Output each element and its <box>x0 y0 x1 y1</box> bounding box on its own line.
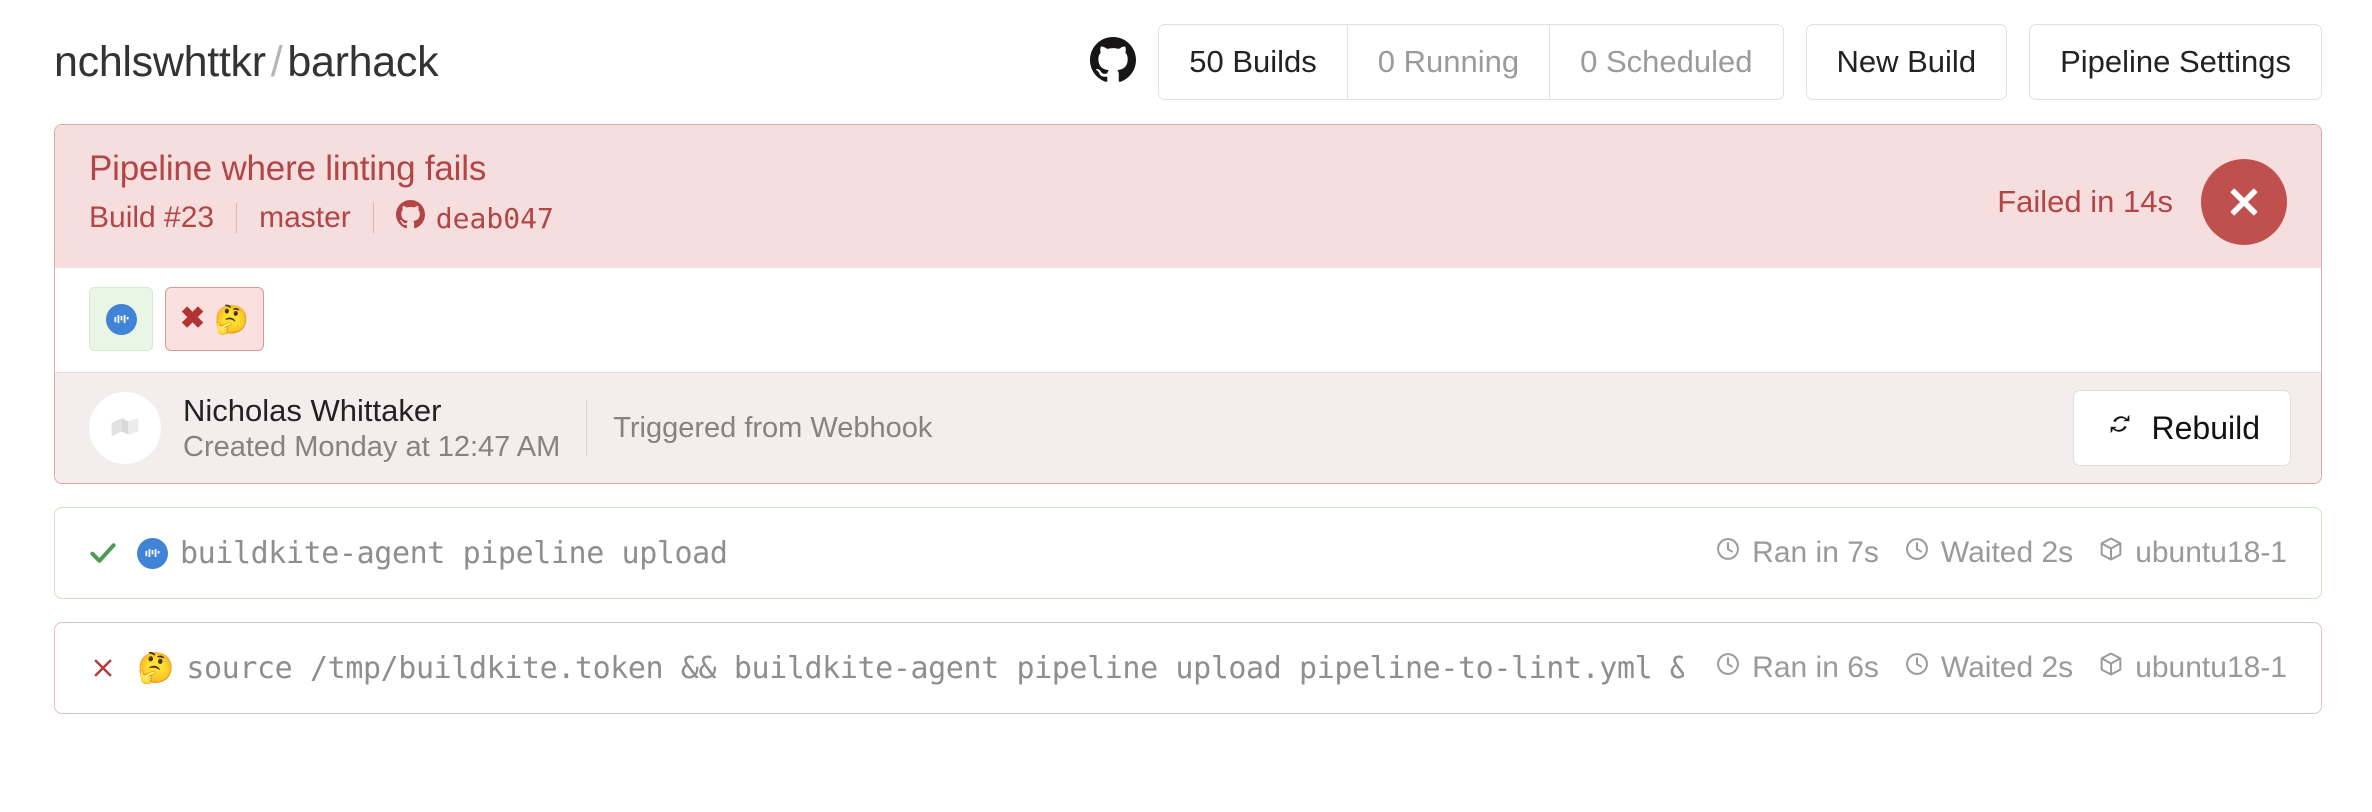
step-badge-passed[interactable] <box>89 287 153 351</box>
segment-running[interactable]: 0 Running <box>1347 25 1551 99</box>
job-waited-label: Waited 2s <box>1940 651 2074 684</box>
buildkite-logo-emoji-icon <box>105 303 137 335</box>
buildkite-logo-emoji-icon <box>137 537 168 569</box>
header-actions: 50 Builds 0 Running 0 Scheduled New Buil… <box>1090 24 2322 100</box>
pipeline-settings-button[interactable]: Pipeline Settings <box>2029 24 2322 100</box>
thinking-face-emoji-icon: 🤔 <box>137 651 175 685</box>
job-metadata: Ran in 6s Waited 2s ubuntu18-1 <box>1684 650 2287 686</box>
build-trigger-source: Triggered from Webhook <box>613 411 933 444</box>
build-meta: Build #23 master deab047 <box>89 200 554 236</box>
job-command: source /tmp/buildkite.token && buildkite… <box>186 650 1684 686</box>
job-agent: ubuntu18-1 <box>2097 650 2287 686</box>
github-mark-icon <box>1090 36 1137 88</box>
job-row[interactable]: 🤔 source /tmp/buildkite.token && buildki… <box>54 622 2322 714</box>
meta-divider <box>236 203 238 233</box>
breadcrumb-separator: / <box>270 37 283 86</box>
build-card-header: Pipeline where linting fails Build #23 m… <box>55 125 2321 267</box>
meta-divider <box>372 203 374 233</box>
job-ran-label: Ran in 6s <box>1752 651 1879 684</box>
segment-scheduled[interactable]: 0 Scheduled <box>1550 25 1783 99</box>
commit-hash: deab047 <box>435 201 554 235</box>
clock-icon <box>1903 650 1931 686</box>
job-metadata: Ran in 7s Waited 2s ubuntu18-1 <box>1684 535 2287 571</box>
build-step-badges: ✖ 🤔 <box>55 267 2321 372</box>
job-waited-label: Waited 2s <box>1940 536 2074 569</box>
step-badge-failed[interactable]: ✖ 🤔 <box>165 287 265 351</box>
creator-created-time: Created Monday at 12:47 AM <box>183 430 561 463</box>
github-mark-icon <box>395 200 425 236</box>
new-build-button[interactable]: New Build <box>1805 24 2008 100</box>
job-ran-duration: Ran in 6s <box>1714 650 1879 686</box>
build-branch[interactable]: master <box>259 201 351 235</box>
footer-divider <box>586 400 588 456</box>
segment-builds[interactable]: 50 Builds <box>1159 25 1348 99</box>
breadcrumb-org[interactable]: nchlswhttkr <box>54 38 266 86</box>
rebuild-button-label: Rebuild <box>2151 409 2260 446</box>
job-waited-duration: Waited 2s <box>1903 535 2073 571</box>
thinking-face-emoji-icon: 🤔 <box>214 303 250 335</box>
breadcrumb: nchlswhttkr / barhack <box>54 37 439 87</box>
x-circle-icon <box>2201 159 2287 245</box>
job-ran-label: Ran in 7s <box>1752 536 1879 569</box>
job-agent-label: ubuntu18-1 <box>2135 536 2287 569</box>
build-creator: Nicholas Whittaker Created Monday at 12:… <box>183 393 560 464</box>
avatar <box>89 392 161 464</box>
page-header: nchlswhttkr / barhack 50 Builds 0 Running … <box>0 0 2372 124</box>
build-identity: Pipeline where linting fails Build #23 m… <box>89 149 554 236</box>
clock-icon <box>1714 650 1742 686</box>
check-icon <box>81 536 125 570</box>
build-number[interactable]: Build #23 <box>89 201 214 235</box>
refresh-icon <box>2104 408 2136 448</box>
job-row[interactable]: buildkite-agent pipeline upload Ran in 7… <box>54 507 2322 599</box>
x-icon: ✖ <box>180 302 206 335</box>
creator-name: Nicholas Whittaker <box>183 392 442 428</box>
buildkite-pipeline-page: nchlswhttkr / barhack 50 Builds 0 Running … <box>0 0 2372 812</box>
clock-icon <box>1903 535 1931 571</box>
build-filter-segmented-control: 50 Builds 0 Running 0 Scheduled <box>1158 24 1784 100</box>
rebuild-button[interactable]: Rebuild <box>2073 390 2291 466</box>
build-card: Pipeline where linting fails Build #23 m… <box>54 124 2322 484</box>
build-status-area: Failed in 14s <box>1997 149 2287 245</box>
build-name[interactable]: Pipeline where linting fails <box>89 149 554 189</box>
job-ran-duration: Ran in 7s <box>1714 535 1879 571</box>
build-commit[interactable]: deab047 <box>395 200 554 236</box>
job-agent-label: ubuntu18-1 <box>2135 651 2287 684</box>
build-status-text: Failed in 14s <box>1997 184 2173 219</box>
x-icon <box>81 653 125 683</box>
job-command: buildkite-agent pipeline upload <box>180 535 728 571</box>
breadcrumb-repo[interactable]: barhack <box>287 38 438 86</box>
clock-icon <box>1714 535 1742 571</box>
job-agent: ubuntu18-1 <box>2097 535 2287 571</box>
box-icon <box>2097 650 2125 686</box>
job-waited-duration: Waited 2s <box>1903 650 2073 686</box>
build-card-footer: Nicholas Whittaker Created Monday at 12:… <box>55 372 2321 483</box>
box-icon <box>2097 535 2125 571</box>
